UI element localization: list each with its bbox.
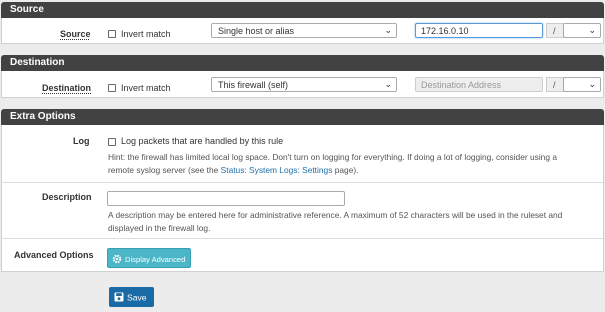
log-hint-post: page). <box>332 164 359 175</box>
source-label: Source <box>60 29 91 39</box>
source-panel: Source Invert match Single host or alias… <box>1 18 604 44</box>
display-advanced-label: Display Advanced <box>125 255 186 264</box>
log-checkbox[interactable] <box>108 138 116 146</box>
chevron-down-icon: ⌄ <box>588 79 596 89</box>
advanced-options-label: Advanced Options <box>14 250 94 260</box>
divider <box>2 182 603 183</box>
source-mask-select[interactable]: ⌄ <box>563 23 601 38</box>
chevron-down-icon: ⌄ <box>384 25 392 35</box>
source-address-value: 172.16.0.10 <box>421 26 469 36</box>
source-invert-checkbox[interactable] <box>108 30 116 38</box>
save-icon <box>114 292 124 304</box>
description-label: Description <box>42 192 92 202</box>
destination-invert-label: Invert match <box>121 83 171 93</box>
chevron-down-icon: ⌄ <box>588 25 596 35</box>
source-address-input[interactable]: 172.16.0.10 <box>415 23 543 38</box>
destination-address-placeholder: Destination Address <box>421 80 502 90</box>
log-hint-line-2: remote syslog server (see the Status: Sy… <box>108 164 600 177</box>
destination-invert-checkbox[interactable] <box>108 84 116 92</box>
gear-icon <box>112 254 122 266</box>
extra-options-header: Extra Options <box>1 109 604 125</box>
destination-panel: Destination Invert match This firewall (… <box>1 71 604 98</box>
source-type-select[interactable]: Single host or alias ⌄ <box>211 23 397 38</box>
description-input[interactable] <box>107 191 345 206</box>
destination-type-select[interactable]: This firewall (self) ⌄ <box>211 77 397 92</box>
destination-mask-select[interactable]: ⌄ <box>563 77 601 92</box>
destination-type-value: This firewall (self) <box>218 80 289 90</box>
system-logs-settings-link[interactable]: Status: System Logs: Settings <box>221 165 333 175</box>
source-invert-label: Invert match <box>121 29 171 39</box>
description-hint: A description may be entered here for ad… <box>108 209 600 234</box>
save-button[interactable]: Save <box>109 287 154 307</box>
source-header: Source <box>1 2 604 18</box>
source-slash: / <box>546 23 564 38</box>
divider <box>2 238 603 239</box>
log-label: Log <box>73 136 90 146</box>
log-checkbox-label: Log packets that are handled by this rul… <box>121 136 284 146</box>
destination-slash: / <box>546 77 564 92</box>
description-hint-line-1: A description may be entered here for ad… <box>108 210 563 220</box>
description-hint-line-2: displayed in the firewall log. <box>108 222 211 233</box>
chevron-down-icon: ⌄ <box>384 79 392 89</box>
display-advanced-button[interactable]: Display Advanced <box>107 248 192 268</box>
source-type-value: Single host or alias <box>218 26 295 36</box>
destination-address-input[interactable]: Destination Address <box>415 77 543 92</box>
extra-options-panel: Log Log packets that are handled by this… <box>1 125 604 272</box>
log-hint: Hint: the firewall has limited local log… <box>108 151 600 176</box>
destination-label: Destination <box>42 83 92 93</box>
log-hint-line-1: Hint: the firewall has limited local log… <box>108 152 557 162</box>
destination-header: Destination <box>1 55 604 71</box>
log-hint-pre: remote syslog server (see the <box>108 164 221 175</box>
save-label: Save <box>127 292 147 303</box>
